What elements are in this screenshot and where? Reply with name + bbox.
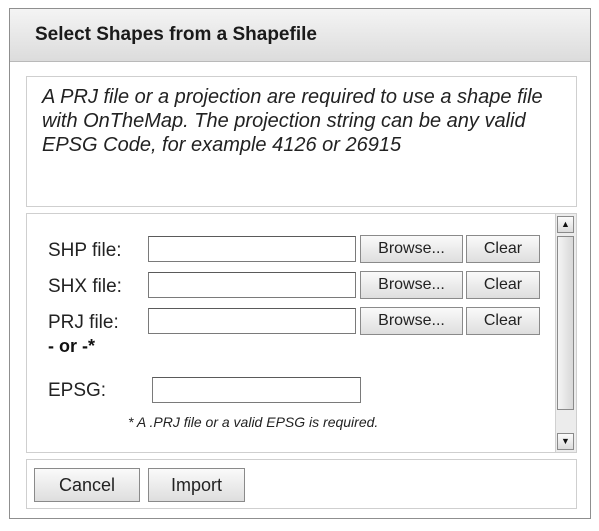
- or-separator: - or -*: [48, 336, 95, 356]
- import-button[interactable]: Import: [148, 468, 245, 502]
- prj-file-label: PRJ file:: [48, 312, 119, 333]
- dialog-footer: Cancel Import: [26, 459, 577, 509]
- dialog-title-bar[interactable]: Select Shapes from a Shapefile: [10, 9, 590, 62]
- form-scrollbar[interactable]: ▲ ▼: [555, 214, 576, 452]
- shapefile-dialog: Select Shapes from a Shapefile A PRJ fil…: [9, 8, 591, 519]
- prj-clear-button[interactable]: Clear: [466, 307, 540, 335]
- dialog-title: Select Shapes from a Shapefile: [35, 24, 317, 45]
- scroll-thumb[interactable]: [557, 236, 574, 410]
- scroll-up-icon[interactable]: ▲: [557, 216, 574, 233]
- cancel-button[interactable]: Cancel: [34, 468, 140, 502]
- shp-file-input[interactable]: [148, 236, 356, 262]
- info-panel: A PRJ file or a projection are required …: [26, 76, 577, 207]
- shp-browse-button[interactable]: Browse...: [360, 235, 463, 263]
- shp-file-label: SHP file:: [48, 240, 122, 261]
- shx-file-label: SHX file:: [48, 276, 122, 297]
- requirement-note: * A .PRJ file or a valid EPSG is require…: [128, 414, 379, 430]
- shx-clear-button[interactable]: Clear: [466, 271, 540, 299]
- shx-file-input[interactable]: [148, 272, 356, 298]
- epsg-input[interactable]: [152, 377, 361, 403]
- prj-file-input[interactable]: [148, 308, 356, 334]
- file-form: SHP file: Browse... Clear SHX file: Brow…: [26, 213, 577, 453]
- prj-browse-button[interactable]: Browse...: [360, 307, 463, 335]
- epsg-label: EPSG:: [48, 380, 107, 401]
- shp-clear-button[interactable]: Clear: [466, 235, 540, 263]
- scroll-down-icon[interactable]: ▼: [557, 433, 574, 450]
- info-text: A PRJ file or a projection are required …: [42, 86, 543, 156]
- shx-browse-button[interactable]: Browse...: [360, 271, 463, 299]
